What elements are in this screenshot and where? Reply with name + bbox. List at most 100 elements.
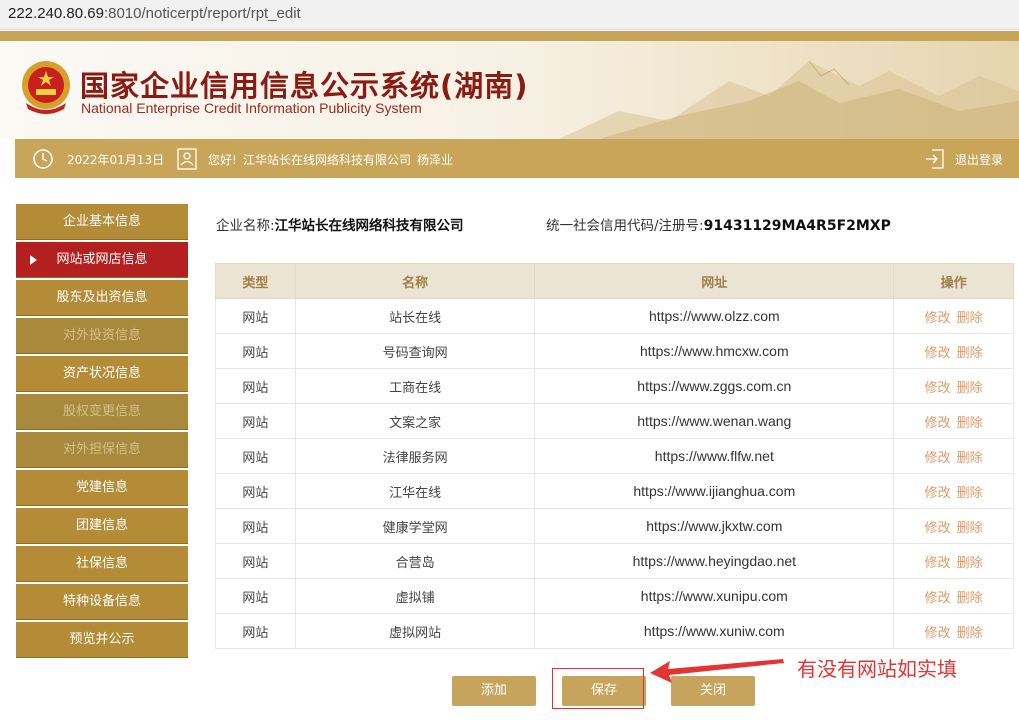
cell-ops: 修改 删除 [893, 508, 1014, 544]
cell-type: 网站 [215, 298, 296, 334]
table-body: 网站 站长在线 https://www.olzz.com 修改 删除 网站 号码查询网 htt… [215, 298, 1014, 649]
cell-url: https://www.ijianghua.com [534, 473, 895, 509]
cell-ops: 修改 删除 [893, 613, 1014, 649]
delete-link[interactable]: 删除 [957, 416, 983, 431]
table-header-row: 类型 名称 网址 操作 [215, 263, 1014, 299]
system-title: 国家企业信用信息公示系统(湖南) [80, 69, 529, 103]
sidebar-item-label: 股权变更信息 [62, 404, 141, 419]
save-highlight-box [552, 668, 644, 709]
cell-name: 合营岛 [294, 543, 536, 579]
sidebar-item-preview-publish[interactable]: 预览并公示 [16, 622, 188, 658]
sidebar-item-label: 特种设备信息 [62, 594, 141, 609]
url-text[interactable]: 222.240.80.69:8010/noticerpt/report/rpt_… [8, 5, 301, 22]
sidebar-item-label: 企业基本信息 [62, 214, 141, 229]
sidebar-item-basic-info[interactable]: 企业基本信息 [16, 204, 188, 240]
cell-type: 网站 [215, 333, 296, 369]
cell-name: 虚拟网站 [294, 613, 536, 649]
cell-name: 法律服务网 [294, 438, 536, 474]
cell-name: 文案之家 [294, 403, 536, 439]
sidebar-item-special-equipment[interactable]: 特种设备信息 [16, 584, 188, 620]
cell-name: 站长在线 [294, 298, 536, 334]
edit-link[interactable]: 修改 [925, 521, 951, 536]
delete-link[interactable]: 删除 [957, 591, 983, 606]
cell-name: 工商在线 [294, 368, 536, 404]
sidebar-item-investment-info: 对外投资信息 [16, 318, 188, 354]
cell-ops: 修改 删除 [893, 368, 1014, 404]
edit-link[interactable]: 修改 [925, 381, 951, 396]
cell-ops: 修改 删除 [893, 438, 1014, 474]
edit-link[interactable]: 修改 [925, 416, 951, 431]
cell-type: 网站 [215, 543, 296, 579]
url-path: :8010/noticerpt/report/rpt_edit [103, 5, 301, 22]
delete-link[interactable]: 删除 [957, 451, 983, 466]
cell-name: 虚拟铺 [294, 578, 536, 614]
cell-type: 网站 [215, 368, 296, 404]
table-row: 网站 虚拟网站 https://www.xuniw.com 修改 删除 [215, 613, 1014, 649]
cell-ops: 修改 删除 [893, 578, 1014, 614]
sidebar-item-website-info[interactable]: 网站或网店信息 [16, 242, 188, 278]
delete-link[interactable]: 删除 [957, 486, 983, 501]
user-info-bar: 2022年01月13日 您好! 江华站长在线网络科技有限公司 杨泽业 退出登录 [15, 139, 1019, 178]
delete-link[interactable]: 删除 [957, 626, 983, 641]
edit-link[interactable]: 修改 [925, 451, 951, 466]
user-card-icon [177, 148, 197, 170]
edit-link[interactable]: 修改 [925, 346, 951, 361]
sidebar-item-shareholder-info[interactable]: 股东及出资信息 [16, 280, 188, 316]
delete-link[interactable]: 删除 [957, 556, 983, 571]
active-arrow-icon [30, 255, 37, 265]
cell-type: 网站 [215, 613, 296, 649]
logged-in-company: 江华站长在线网络科技有限公司 [243, 153, 412, 167]
cell-ops: 修改 删除 [893, 333, 1014, 369]
edit-link[interactable]: 修改 [925, 486, 951, 501]
credit-code-label: 统一社会信用代码/注册号: [546, 218, 704, 234]
sidebar-item-label: 党建信息 [75, 480, 128, 495]
cell-name: 健康学堂网 [294, 508, 536, 544]
delete-link[interactable]: 删除 [957, 311, 983, 326]
delete-link[interactable]: 删除 [957, 381, 983, 396]
cell-name: 江华在线 [294, 473, 536, 509]
logout-link[interactable]: 退出登录 [955, 151, 1003, 168]
sidebar-item-label: 资产状况信息 [62, 366, 141, 381]
cell-url: https://www.flfw.net [534, 438, 895, 474]
cell-url: https://www.xunipu.com [534, 578, 895, 614]
sidebar-item-league-info[interactable]: 团建信息 [16, 508, 188, 544]
sidebar-item-party-info[interactable]: 党建信息 [16, 470, 188, 506]
logout-icon[interactable] [925, 148, 945, 170]
col-header-name: 名称 [294, 263, 536, 299]
edit-link[interactable]: 修改 [925, 556, 951, 571]
sidebar-item-social-security[interactable]: 社保信息 [16, 546, 188, 582]
company-name: 江华站长在线网络科技有限公司 [274, 218, 464, 234]
table-row: 网站 工商在线 https://www.zggs.com.cn 修改 删除 [215, 368, 1014, 404]
browser-url-bar[interactable]: 222.240.80.69:8010/noticerpt/report/rpt_… [0, 0, 1019, 30]
delete-link[interactable]: 删除 [957, 346, 983, 361]
sidebar-item-equity-change: 股权变更信息 [16, 394, 188, 430]
sidebar-item-label: 网站或网店信息 [56, 252, 148, 267]
table-row: 网站 站长在线 https://www.olzz.com 修改 删除 [215, 298, 1014, 334]
delete-link[interactable]: 删除 [957, 521, 983, 536]
cell-url: https://www.hmcxw.com [534, 333, 895, 369]
table-row: 网站 合营岛 https://www.heyingdao.net 修改 删除 [215, 543, 1014, 579]
company-name-label: 企业名称: [216, 218, 275, 234]
table-row: 网站 虚拟铺 https://www.xunipu.com 修改 删除 [215, 578, 1014, 614]
sidebar-item-label: 股东及出资信息 [56, 290, 148, 305]
website-table: 类型 名称 网址 操作 网站 站长在线 https://www.olzz.com 修改… [215, 263, 1014, 649]
table-row: 网站 健康学堂网 https://www.jkxtw.com 修改 删除 [215, 508, 1014, 544]
sidebar-nav: 企业基本信息 网站或网店信息 股东及出资信息 对外投资信息 资产状况信息 股权变… [16, 204, 188, 660]
cell-type: 网站 [215, 473, 296, 509]
edit-link[interactable]: 修改 [925, 626, 951, 641]
sidebar-item-label: 社保信息 [75, 556, 128, 571]
edit-link[interactable]: 修改 [925, 311, 951, 326]
sidebar-item-label: 对外投资信息 [62, 328, 141, 343]
sidebar-item-asset-info[interactable]: 资产状况信息 [16, 356, 188, 392]
cell-type: 网站 [215, 578, 296, 614]
col-header-ops: 操作 [893, 263, 1014, 299]
system-title-en: National Enterprise Credit Information P… [81, 100, 422, 116]
cell-ops: 修改 删除 [893, 543, 1014, 579]
add-button[interactable]: 添加 [452, 676, 536, 706]
cell-url: https://www.xuniw.com [534, 613, 895, 649]
edit-link[interactable]: 修改 [925, 591, 951, 606]
cell-url: https://www.zggs.com.cn [534, 368, 895, 404]
cell-type: 网站 [215, 403, 296, 439]
sidebar-item-guarantee-info: 对外担保信息 [16, 432, 188, 468]
table-row: 网站 号码查询网 https://www.hmcxw.com 修改 删除 [215, 333, 1014, 369]
